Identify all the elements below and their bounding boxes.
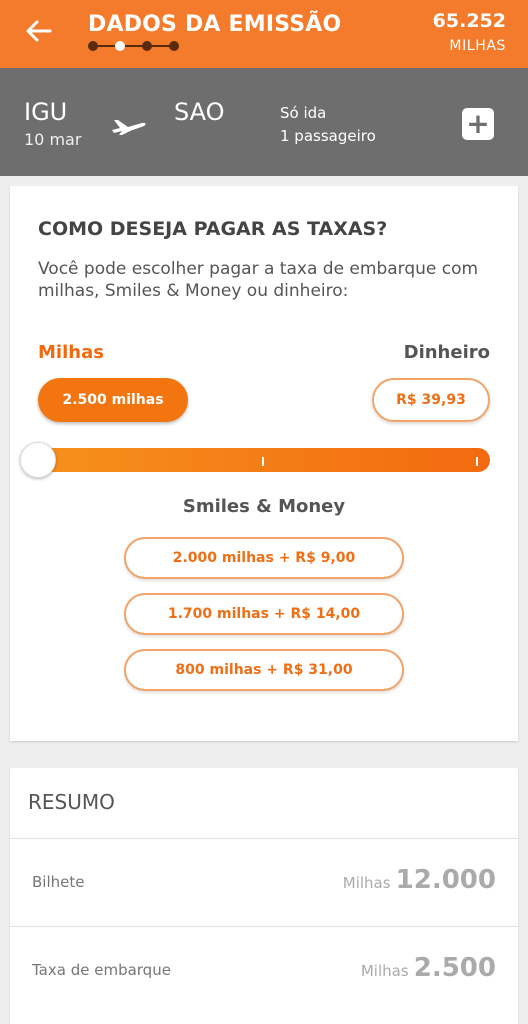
payment-slider-thumb[interactable] <box>20 442 56 478</box>
trip-type: Só ida <box>280 104 327 122</box>
summary-title: RESUMO <box>28 790 115 814</box>
step-dot-4 <box>169 41 179 51</box>
summary-row-unit: Milhas <box>342 874 391 892</box>
smiles-money-title: Smiles & Money <box>182 496 346 517</box>
step-progress-line <box>92 45 174 47</box>
summary-row-value: Milhas 2.500 <box>361 953 496 983</box>
summary-row-boarding-tax: Taxa de embarque Milhas 2.500 <box>10 926 518 1014</box>
add-button[interactable]: + <box>462 108 494 140</box>
origin-code: IGU <box>24 98 68 126</box>
page-title: DADOS DA EMISSÃO <box>88 12 342 37</box>
origin-date: 10 mar <box>24 130 82 149</box>
top-app-bar: DADOS DA EMISSÃO 65.252 MILHAS <box>0 0 528 68</box>
destination-code: SAO <box>174 98 225 126</box>
summary-row-amount: 2.500 <box>413 953 496 983</box>
smiles-money-option-3[interactable]: 800 milhas + R$ 31,00 <box>124 649 404 691</box>
destination: SAO <box>174 98 225 126</box>
summary-row-label: Bilhete <box>32 873 85 891</box>
slider-tick-middle <box>262 457 264 466</box>
summary-card: RESUMO Bilhete Milhas 12.000 Taxa de emb… <box>10 768 518 1024</box>
cash-option-button[interactable]: R$ 39,93 <box>372 378 490 422</box>
payment-options-card: COMO DESEJA PAGAR AS TAXAS? Você pode es… <box>10 186 518 741</box>
miles-balance-unit: MILHAS <box>449 38 506 54</box>
passenger-count: 1 passageiro <box>280 127 376 145</box>
miles-balance: 65.252 MILHAS <box>433 10 506 54</box>
payment-description: Você pode escolher pagar a taxa de embar… <box>38 259 479 301</box>
summary-row-label: Taxa de embarque <box>32 961 171 979</box>
cash-label: Dinheiro <box>403 342 490 363</box>
smiles-money-option-1[interactable]: 2.000 milhas + R$ 9,00 <box>124 537 404 579</box>
airplane-icon <box>112 120 146 135</box>
summary-row-value: Milhas 12.000 <box>343 865 496 895</box>
step-dot-1 <box>88 41 98 51</box>
flight-summary-bar: IGU 10 mar SAO Só ida 1 passageiro + <box>0 68 528 176</box>
payment-slider-track[interactable] <box>38 448 490 472</box>
summary-row-ticket: Bilhete Milhas 12.000 <box>10 838 518 926</box>
payment-question: COMO DESEJA PAGAR AS TAXAS? <box>38 218 388 240</box>
miles-option-button[interactable]: 2.500 milhas <box>38 378 188 422</box>
slider-tick-end <box>476 457 478 466</box>
summary-row-amount: 12.000 <box>395 865 496 895</box>
step-progress-indicator <box>88 40 180 52</box>
miles-balance-value: 65.252 <box>432 10 506 32</box>
step-dot-3 <box>142 41 152 51</box>
back-arrow-icon[interactable] <box>22 14 56 48</box>
summary-row-unit: Milhas <box>360 962 409 980</box>
step-dot-2-active <box>115 41 125 51</box>
miles-label: Milhas <box>38 342 104 363</box>
origin: IGU 10 mar <box>24 98 81 149</box>
trip-info: Só ida 1 passageiro <box>280 102 376 148</box>
smiles-money-option-2[interactable]: 1.700 milhas + R$ 14,00 <box>124 593 404 635</box>
